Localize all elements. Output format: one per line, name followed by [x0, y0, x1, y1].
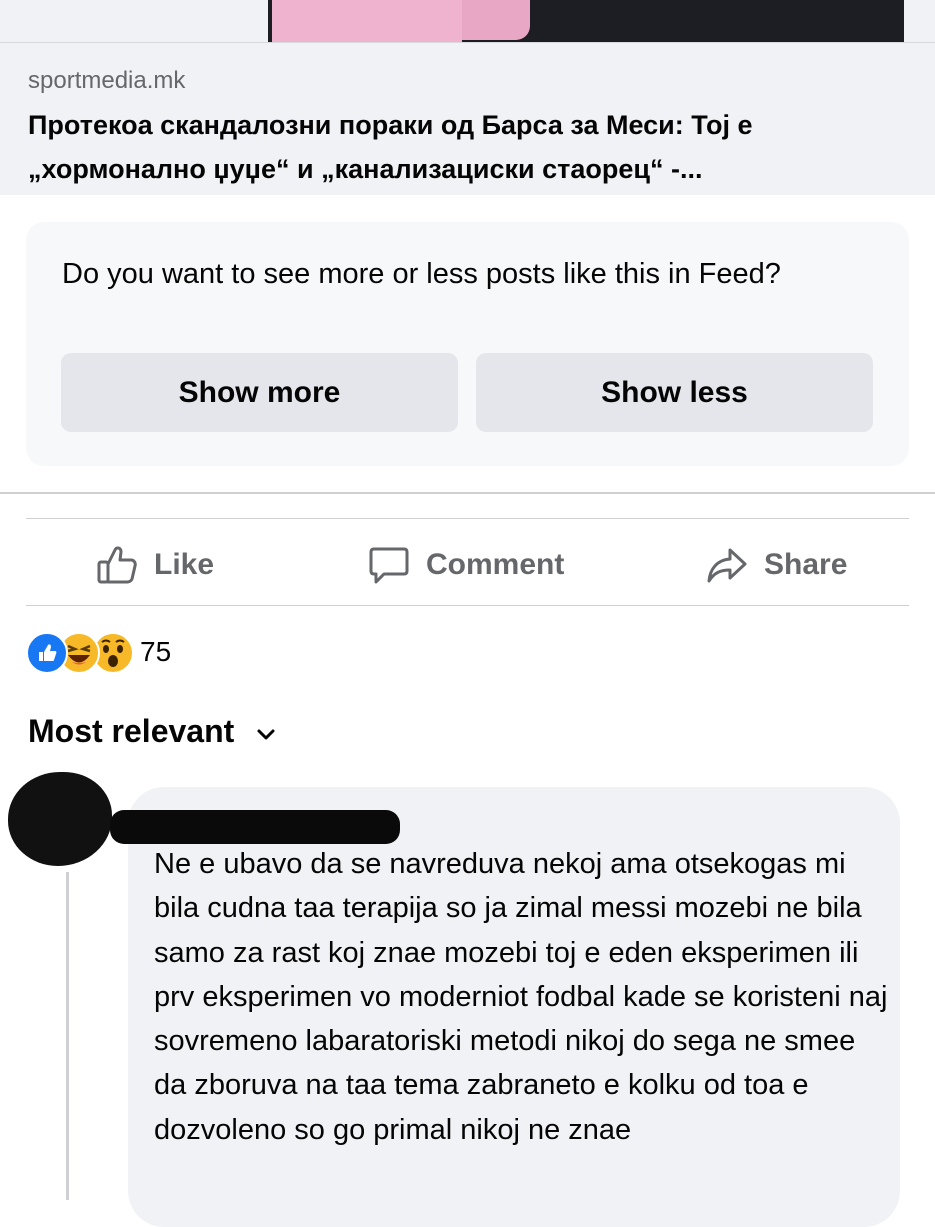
feed-feedback-card: Do you want to see more or less posts li…	[26, 222, 909, 466]
section-divider	[0, 492, 935, 494]
photo-arm	[462, 0, 530, 40]
link-preview[interactable]: sportmedia.mk Протекоа скандалозни порак…	[0, 43, 935, 195]
action-bar-top-divider	[26, 518, 909, 519]
comment-text: Ne e ubavo da se navreduva nekoj ama ots…	[154, 848, 888, 1146]
link-title: Протекоа скандалозни пораки од Барса за …	[28, 110, 753, 184]
like-reaction-icon	[26, 632, 68, 674]
reaction-count: 75	[140, 636, 172, 667]
action-bar-bottom-divider	[26, 605, 909, 606]
share-button[interactable]: Share	[706, 535, 847, 595]
share-label: Share	[764, 548, 848, 581]
chevron-down-icon	[256, 713, 276, 750]
feedback-question: Do you want to see more or less posts li…	[62, 258, 781, 290]
comment-sort-dropdown[interactable]: Most relevant	[28, 713, 276, 750]
sort-label: Most relevant	[28, 713, 235, 749]
commenter-name-redacted[interactable]	[110, 810, 400, 844]
comment-label: Comment	[426, 548, 565, 581]
link-domain: sportmedia.mk	[28, 67, 186, 94]
comment-button[interactable]: Comment	[368, 535, 564, 595]
show-less-button[interactable]: Show less	[476, 353, 873, 432]
photo-jersey	[272, 0, 462, 42]
show-more-button[interactable]: Show more	[61, 353, 458, 432]
commenter-avatar-redacted[interactable]	[8, 772, 112, 866]
like-label: Like	[154, 548, 215, 581]
speech-bubble-icon	[368, 544, 410, 586]
post-photo[interactable]	[0, 0, 935, 43]
thumbs-up-icon	[96, 544, 138, 586]
share-arrow-icon	[706, 544, 748, 586]
comment-thread-line	[66, 872, 69, 1200]
like-button[interactable]: Like	[96, 535, 214, 595]
